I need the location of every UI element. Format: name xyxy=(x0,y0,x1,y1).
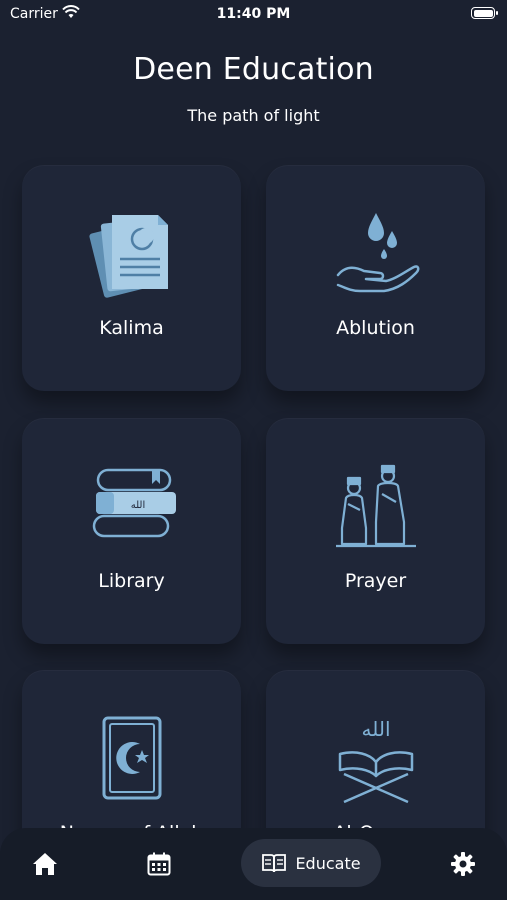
svg-text:الله: الله xyxy=(361,717,390,741)
clock: 11:40 PM xyxy=(216,6,291,22)
card-label: Ablution xyxy=(336,317,415,339)
books-icon: الله xyxy=(22,458,241,558)
nav-home[interactable] xyxy=(29,848,61,880)
card-label: Prayer xyxy=(344,570,407,592)
quran-book-icon xyxy=(22,710,241,810)
card-kalima[interactable]: Kalima xyxy=(22,165,241,391)
card-prayer[interactable]: Prayer xyxy=(266,418,485,644)
gear-icon xyxy=(451,852,475,876)
quran-stand-icon: الله xyxy=(266,710,485,810)
page-subtitle: The path of light xyxy=(187,106,320,125)
battery-icon xyxy=(471,7,498,19)
document-crescent-icon xyxy=(22,205,241,305)
water-hand-icon xyxy=(266,205,485,305)
nav-educate[interactable]: Educate xyxy=(241,839,381,887)
card-label: Kalima xyxy=(99,317,164,339)
praying-people-icon xyxy=(266,458,485,558)
open-book-icon xyxy=(262,854,287,873)
nav-educate-label: Educate xyxy=(295,853,361,873)
svg-text:الله: الله xyxy=(130,500,145,511)
page-title: Deen Education xyxy=(133,52,374,87)
card-label: Library xyxy=(98,570,165,592)
nav-calendar[interactable] xyxy=(143,848,175,880)
status-bar: Carrier 11:40 PM xyxy=(0,0,507,30)
card-library[interactable]: الله Library xyxy=(22,418,241,644)
calendar-icon xyxy=(147,852,171,876)
bottom-nav: Educate xyxy=(0,828,507,900)
home-icon xyxy=(33,853,57,875)
card-ablution[interactable]: Ablution xyxy=(266,165,485,391)
nav-settings[interactable] xyxy=(447,848,479,880)
